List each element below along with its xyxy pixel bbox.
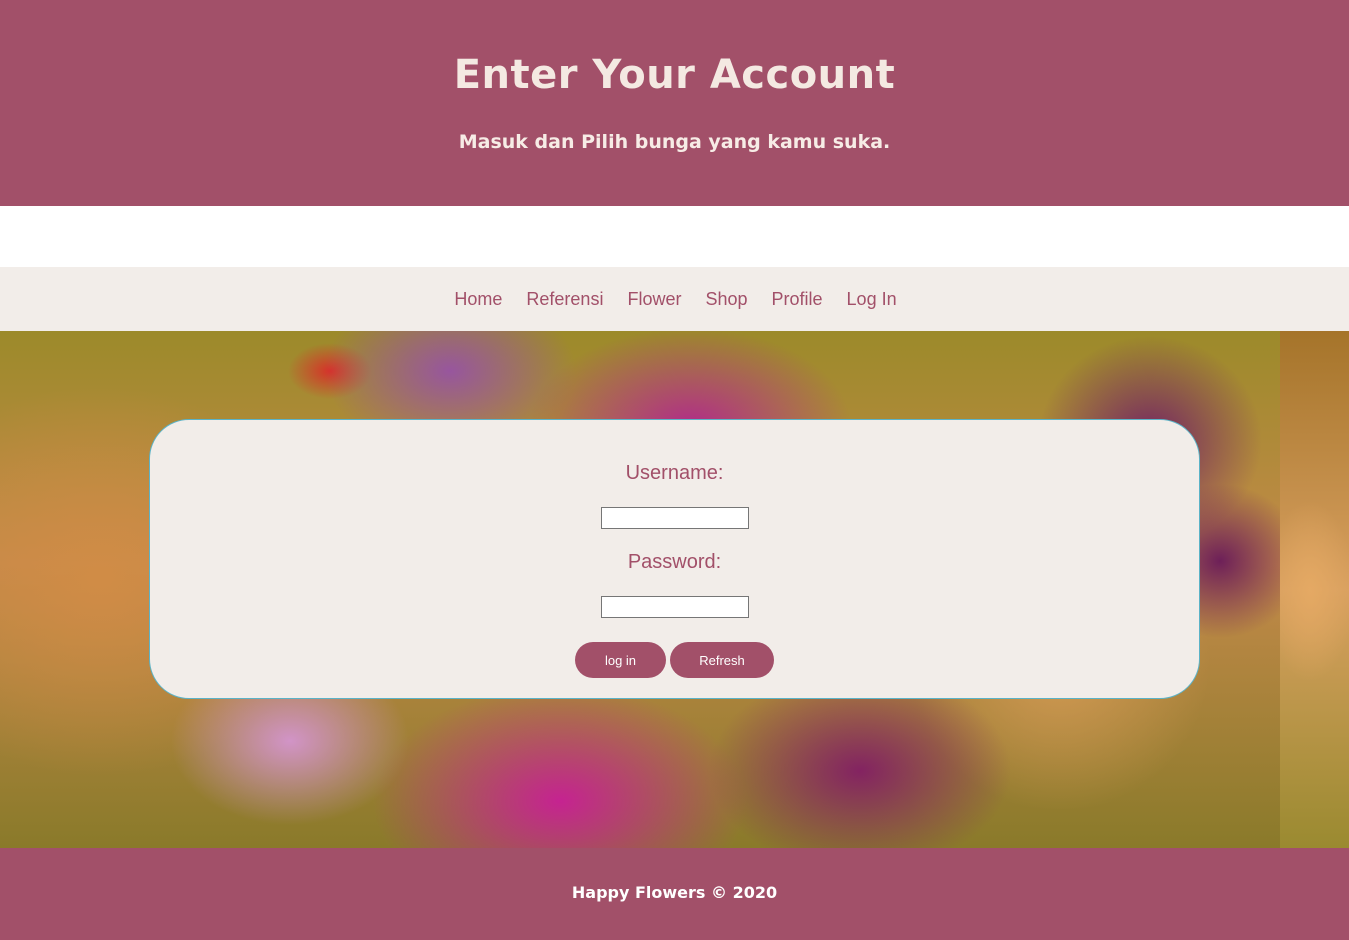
nav-item-login[interactable]: Log In — [847, 289, 897, 310]
page-footer: Happy Flowers © 2020 — [0, 848, 1349, 940]
page-header: Enter Your Account Masuk dan Pilih bunga… — [0, 0, 1349, 206]
page-subtitle: Masuk dan Pilih bunga yang kamu suka. — [458, 131, 891, 153]
nav-item-profile[interactable]: Profile — [772, 289, 823, 310]
nav-item-flower[interactable]: Flower — [627, 289, 681, 310]
login-button[interactable]: log in — [575, 642, 666, 678]
nav-item-referensi[interactable]: Referensi — [526, 289, 603, 310]
username-input[interactable] — [601, 507, 749, 529]
page-title: Enter Your Account — [453, 52, 896, 98]
footer-copyright: Happy Flowers © 2020 — [571, 883, 778, 902]
nav-item-shop[interactable]: Shop — [705, 289, 747, 310]
login-form: Username: Password: log in Refresh — [149, 419, 1200, 699]
background-edge-strip — [1280, 331, 1349, 848]
password-input[interactable] — [601, 596, 749, 618]
main-nav: Home Referensi Flower Shop Profile Log I… — [0, 267, 1349, 331]
username-label: Username: — [625, 462, 724, 484]
nav-item-home[interactable]: Home — [454, 289, 502, 310]
refresh-button[interactable]: Refresh — [670, 642, 774, 678]
password-label: Password: — [627, 551, 722, 573]
